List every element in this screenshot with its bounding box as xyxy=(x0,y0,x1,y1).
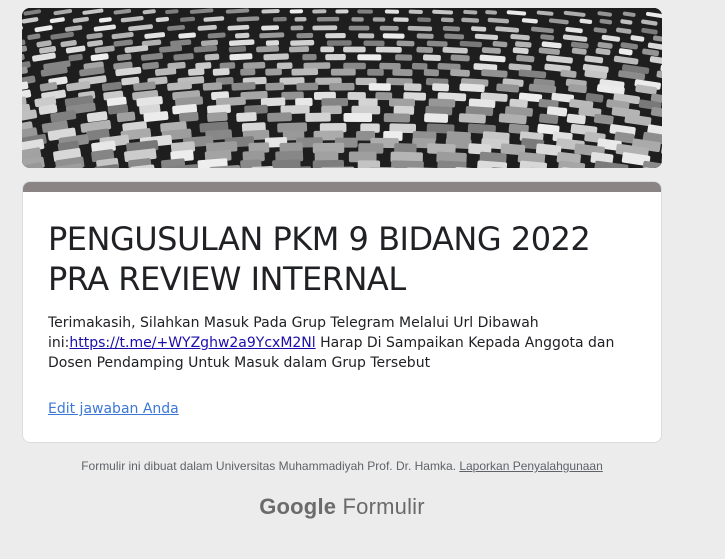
forms-wordmark: Formulir xyxy=(336,494,425,519)
confirmation-card: PENGUSULAN PKM 9 BIDANG 2022 PRA REVIEW … xyxy=(22,181,662,443)
confirmation-message: Terimakasih, Silahkan Masuk Pada Grup Te… xyxy=(48,313,648,373)
telegram-link[interactable]: https://t.me/+WYZghw2a9YcxM2Nl xyxy=(69,335,315,351)
edit-response-link[interactable]: Edit jawaban Anda xyxy=(48,399,179,419)
footer-disclaimer: Formulir ini dibuat dalam Universitas Mu… xyxy=(0,459,684,473)
cobblestone-banner xyxy=(22,8,662,168)
form-title: PENGUSULAN PKM 9 BIDANG 2022 PRA REVIEW … xyxy=(48,220,591,298)
report-abuse-link[interactable]: Laporkan Penyalahgunaan xyxy=(459,459,602,473)
card-accent-bar xyxy=(23,182,661,192)
footer-created-text: Formulir ini dibuat dalam Universitas Mu… xyxy=(81,459,460,473)
google-forms-logo[interactable]: Google Formulir xyxy=(0,494,684,520)
header-image xyxy=(22,8,662,168)
google-wordmark: Google xyxy=(259,494,337,519)
